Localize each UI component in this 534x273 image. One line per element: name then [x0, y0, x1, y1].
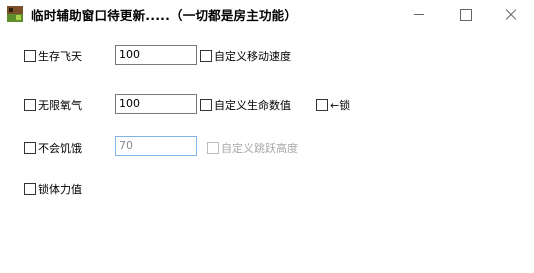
- checkbox-box[interactable]: [24, 183, 36, 195]
- maximize-button[interactable]: [442, 0, 488, 30]
- checkbox-label: ←锁: [330, 99, 351, 112]
- checkbox-box[interactable]: [200, 99, 212, 111]
- checkbox-box[interactable]: [316, 99, 328, 111]
- checkbox-label: 无限氧气: [38, 99, 82, 112]
- checkbox-label: 自定义生命数值: [214, 99, 291, 112]
- checkbox-label: 自定义移动速度: [214, 50, 291, 63]
- checkbox-label: 生存飞天: [38, 50, 82, 63]
- checkbox-infinite-oxygen[interactable]: 无限氧气: [24, 97, 82, 113]
- minecraft-grass-block-icon: [7, 6, 23, 22]
- checkbox-custom-health[interactable]: 自定义生命数值: [200, 97, 291, 113]
- title-bar[interactable]: 临时辅助窗口待更新.....（一切都是房主功能）: [0, 0, 534, 30]
- jump-height-input[interactable]: 70: [115, 136, 197, 156]
- close-button[interactable]: [488, 0, 534, 30]
- minimize-button[interactable]: [396, 0, 442, 30]
- checkbox-lock-health[interactable]: ←锁: [316, 97, 350, 113]
- window-title: 临时辅助窗口待更新.....（一切都是房主功能）: [31, 8, 298, 23]
- checkbox-box[interactable]: [200, 50, 212, 62]
- checkbox-custom-jump-height[interactable]: 自定义跳跃高度: [207, 140, 298, 156]
- checkbox-box[interactable]: [207, 142, 219, 154]
- checkbox-label: 不会饥饿: [38, 142, 82, 155]
- health-value-input[interactable]: 100: [115, 94, 197, 114]
- app-window: 临时辅助窗口待更新.....（一切都是房主功能） 生存飞天 100 自定义移动速…: [0, 0, 534, 273]
- checkbox-box[interactable]: [24, 50, 36, 62]
- checkbox-survival-flight[interactable]: 生存飞天: [24, 48, 82, 64]
- checkbox-no-hunger[interactable]: 不会饥饿: [24, 140, 82, 156]
- checkbox-lock-stamina[interactable]: 锁体力值: [24, 181, 82, 197]
- checkbox-box[interactable]: [24, 99, 36, 111]
- checkbox-label: 自定义跳跃高度: [221, 142, 298, 155]
- move-speed-input[interactable]: 100: [115, 45, 197, 65]
- checkbox-box[interactable]: [24, 142, 36, 154]
- checkbox-custom-move-speed[interactable]: 自定义移动速度: [200, 48, 291, 64]
- checkbox-label: 锁体力值: [38, 183, 82, 196]
